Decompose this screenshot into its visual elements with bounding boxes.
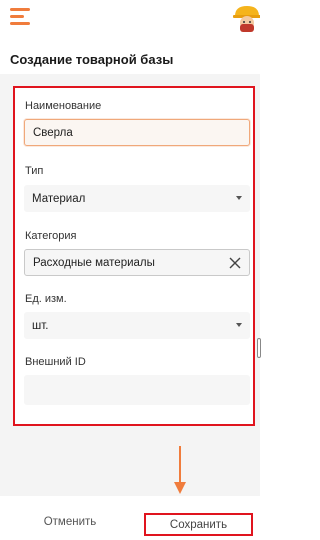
close-icon[interactable] bbox=[228, 256, 242, 270]
drag-handle[interactable] bbox=[257, 338, 261, 358]
type-label: Тип bbox=[25, 165, 44, 177]
chevron-down-icon bbox=[236, 323, 242, 327]
page-title: Создание товарной базы bbox=[10, 52, 174, 67]
name-input[interactable]: Сверла bbox=[24, 119, 250, 146]
name-label: Наименование bbox=[25, 100, 102, 112]
avatar[interactable] bbox=[230, 2, 260, 36]
type-select[interactable]: Материал bbox=[24, 185, 250, 212]
name-input-value: Сверла bbox=[33, 126, 73, 139]
category-label: Категория bbox=[25, 230, 77, 242]
category-select-value: Расходные материалы bbox=[33, 256, 155, 269]
top-bar bbox=[0, 0, 260, 40]
unit-select-value: шт. bbox=[32, 319, 49, 332]
unit-select[interactable]: шт. bbox=[24, 312, 250, 339]
product-form-card: Наименование Сверла Тип Материал Категор… bbox=[13, 86, 255, 426]
external-id-input[interactable] bbox=[24, 375, 250, 405]
chevron-down-icon bbox=[236, 196, 242, 200]
arrow-down-icon bbox=[173, 446, 187, 496]
hamburger-menu-icon[interactable] bbox=[10, 6, 32, 28]
worker-hardhat-avatar-icon bbox=[233, 6, 260, 32]
type-select-value: Материал bbox=[32, 192, 86, 205]
cancel-button[interactable]: Отменить bbox=[20, 508, 120, 536]
save-button[interactable]: Сохранить bbox=[144, 513, 253, 536]
external-id-label: Внешний ID bbox=[25, 356, 86, 368]
category-select[interactable]: Расходные материалы bbox=[24, 249, 250, 276]
unit-label: Ед. изм. bbox=[25, 293, 67, 305]
